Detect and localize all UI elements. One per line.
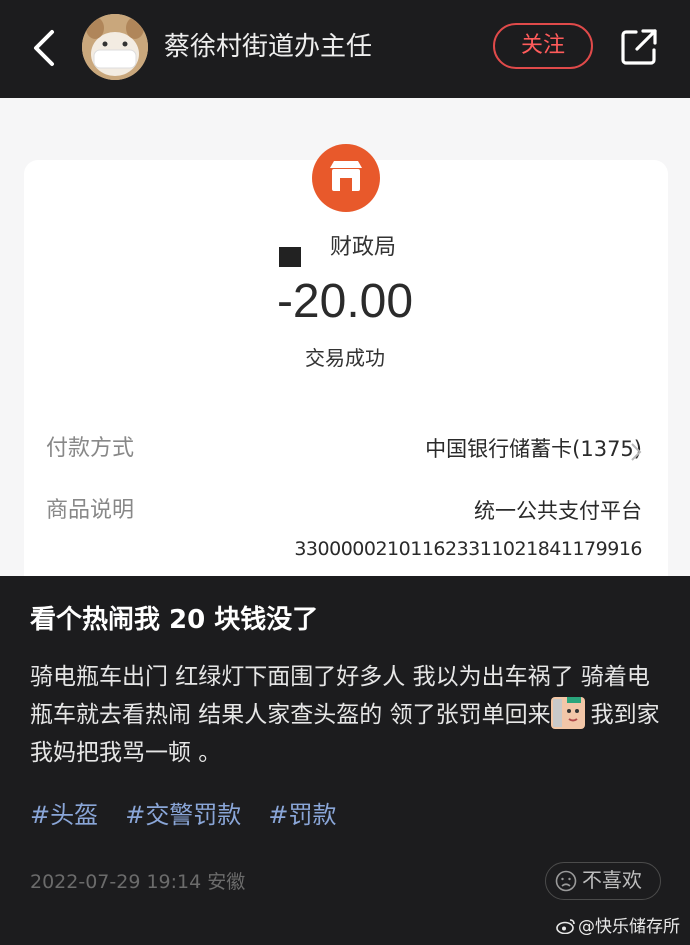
follow-button[interactable]: 关注 [493, 23, 593, 69]
merchant-name: 财政局 [330, 235, 397, 260]
merchant-store-icon [312, 144, 380, 212]
weibo-logo-icon [556, 919, 575, 934]
frown-face-icon [555, 870, 577, 892]
post-timestamp-location: 2022-07-29 19:14 安徽 [30, 871, 246, 893]
post-body: 骑电瓶车出门 红绿灯下面围了好多人 我以为出车祸了 骑着电瓶车就去看热闹 结果人… [30, 658, 666, 772]
post-title: 看个热闹我 20 块钱没了 [30, 605, 319, 635]
redaction-block [279, 247, 301, 267]
description-label: 商品说明 [46, 498, 135, 523]
chevron-right-icon [631, 443, 642, 461]
author-avatar[interactable] [82, 14, 148, 80]
author-name[interactable]: 蔡徐村街道办主任 [164, 30, 372, 64]
face-emoji-icon [550, 697, 585, 729]
tag-list: #头盔 #交警罚款 #罚款 [30, 798, 359, 832]
payment-amount: -20.00 [276, 275, 414, 328]
share-icon[interactable] [620, 28, 658, 66]
top-nav-bar: 蔡徐村街道办主任 关注 [0, 0, 690, 98]
dislike-label: 不喜欢 [582, 868, 642, 892]
order-number: 330000021011623311021841179916 [294, 538, 642, 560]
description-value: 统一公共支付平台 [474, 499, 642, 523]
dislike-button[interactable]: 不喜欢 [545, 862, 661, 900]
hashtag-helmet[interactable]: #头盔 [30, 801, 98, 829]
payment-method-value: 中国银行储蓄卡(1375) [425, 437, 642, 461]
payment-method-label: 付款方式 [46, 436, 135, 461]
back-arrow-icon[interactable] [30, 28, 58, 68]
transaction-status: 交易成功 [305, 346, 385, 370]
dog-avatar-icon [82, 14, 148, 80]
hashtag-fine[interactable]: #罚款 [268, 801, 336, 829]
post-image[interactable]: 财政局 -20.00 交易成功 付款方式 中国银行储蓄卡(1375) 商品说明 … [0, 98, 690, 576]
watermark: @快乐储存所 [556, 914, 680, 940]
watermark-text: @快乐储存所 [578, 917, 680, 937]
hashtag-traffic-fine[interactable]: #交警罚款 [125, 801, 241, 829]
